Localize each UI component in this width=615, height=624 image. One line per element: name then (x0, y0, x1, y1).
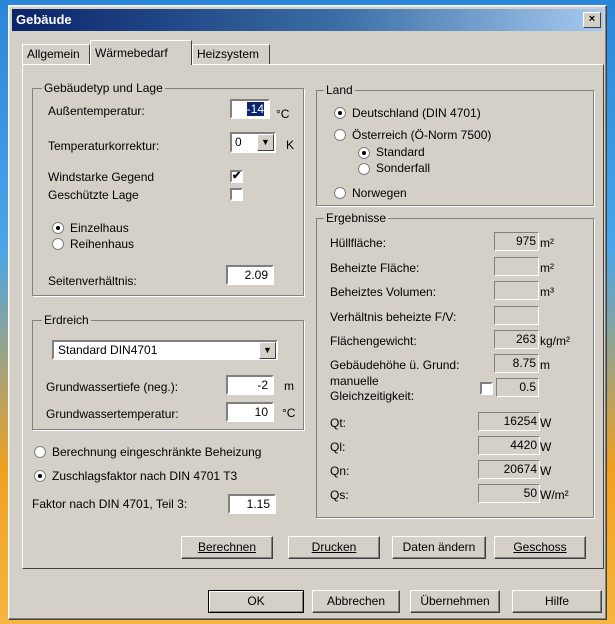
group-gebaeudetyp-label: Gebäudetyp und Lage (42, 81, 165, 95)
q-value: 50 (478, 484, 540, 503)
gleichzeitigkeit-value: 0.5 (496, 378, 539, 397)
result-label: Flächengewicht: (330, 334, 417, 348)
aussentemp-value: -14 (246, 102, 264, 116)
einzelhaus-label: Einzelhaus (70, 221, 129, 235)
sonderfall-radio[interactable] (358, 163, 370, 175)
erdreich-dropdown-icon[interactable]: ▼ (259, 342, 276, 359)
oesterreich-radio[interactable] (334, 129, 346, 141)
q-unit: W (540, 464, 552, 478)
eingeschraenkt-label: Berechnung eingeschränkte Beheizung (52, 445, 262, 459)
result-unit: m² (540, 236, 554, 250)
result-label: Beheiztes Volumen: (330, 285, 437, 299)
tab-allgemein[interactable]: Allgemein (22, 44, 90, 64)
tempkorr-unit: K (286, 138, 295, 152)
uebernehmen-button[interactable]: Übernehmen (410, 590, 500, 613)
q-value: 4420 (478, 436, 540, 455)
standard-label: Standard (376, 145, 425, 159)
q-label: Qs: (330, 488, 349, 502)
zuschlag-radio[interactable] (34, 470, 46, 482)
eingeschraenkt-radio[interactable] (34, 446, 46, 458)
gwtiefe-label: Grundwassertiefe (neg.): (46, 380, 179, 394)
gleichzeitigkeit-label: manuelle (330, 374, 379, 388)
sonderfall-label: Sonderfall (376, 161, 431, 175)
abbrechen-button[interactable]: Abbrechen (312, 590, 400, 613)
reihenhaus-label: Reihenhaus (70, 237, 135, 251)
q-label: Qt: (330, 416, 347, 430)
norwegen-radio[interactable] (334, 187, 346, 199)
result-unit: m³ (540, 285, 554, 299)
aussentemp-label: Außentemperatur: (48, 104, 145, 118)
q-unit: W (540, 416, 552, 430)
result-value (494, 281, 539, 300)
daten-aendern-button[interactable]: Daten ändern (392, 536, 486, 559)
q-label: Ql: (330, 440, 346, 454)
berechnen-label: Berechnen (197, 540, 257, 554)
group-land-label: Land (324, 83, 355, 97)
window-title: Gebäude (16, 12, 72, 27)
faktor-input[interactable]: 1.15 (228, 494, 276, 514)
gwtemp-unit: °C (282, 406, 296, 420)
ok-button[interactable]: OK (208, 590, 304, 613)
result-value (494, 306, 539, 325)
geschoss-button[interactable]: Geschoss (494, 536, 586, 559)
aussentemp-input[interactable]: -14 (230, 99, 270, 119)
standard-radio[interactable] (358, 147, 370, 159)
result-unit: m² (540, 261, 554, 275)
gwtemp-label: Grundwassertemperatur: (46, 407, 179, 421)
drucken-label: Drucken (311, 540, 357, 554)
result-label: Beheizte Fläche: (330, 261, 420, 275)
gleichzeitigkeit-checkbox[interactable] (480, 382, 493, 395)
drucken-button[interactable]: Drucken (288, 536, 380, 559)
windstark-label: Windstarke Gegend (48, 170, 155, 184)
result-value: 8.75 (494, 354, 539, 373)
gwtiefe-input[interactable]: -2 (226, 375, 274, 395)
group-ergebnisse-label: Ergebnisse (324, 211, 389, 225)
hilfe-button[interactable]: Hilfe (512, 590, 602, 613)
result-value (494, 257, 539, 276)
result-value: 263 (494, 330, 539, 349)
zuschlag-label: Zuschlagsfaktor nach DIN 4701 T3 (52, 469, 238, 483)
result-label: Hüllfläche: (330, 236, 387, 250)
berechnen-button[interactable]: Berechnen (181, 536, 273, 559)
deutschland-radio[interactable] (334, 107, 346, 119)
geschuetzt-label: Geschützte Lage (48, 188, 139, 202)
seitenverh-input[interactable]: 2.09 (226, 265, 274, 285)
result-unit: m (540, 358, 550, 372)
q-unit: W (540, 440, 552, 454)
result-unit: kg/m² (540, 334, 570, 348)
tempkorr-dropdown-icon[interactable]: ▼ (257, 134, 274, 151)
q-value: 16254 (478, 412, 540, 431)
deutschland-label: Deutschland (DIN 4701) (352, 106, 481, 120)
result-label: Verhältnis beheizte F/V: (330, 310, 457, 324)
q-label: Qn: (330, 464, 350, 478)
q-value: 20674 (478, 460, 540, 479)
result-value: 975 (494, 232, 539, 251)
erdreich-select[interactable]: Standard DIN4701 (52, 340, 278, 360)
geschuetzt-checkbox[interactable] (230, 188, 243, 201)
norwegen-label: Norwegen (352, 186, 407, 200)
tempkorr-value: 0 (235, 135, 242, 149)
tab-heizsystem[interactable]: Heizsystem (192, 44, 270, 64)
einzelhaus-radio[interactable] (52, 222, 64, 234)
geschoss-label: Geschoss (513, 540, 567, 554)
seitenverh-label: Seitenverhältnis: (48, 274, 137, 288)
tempkorr-label: Temperaturkorrektur: (48, 139, 160, 153)
windstark-checkbox[interactable]: ✔ (230, 170, 243, 183)
gwtiefe-unit: m (284, 379, 294, 393)
gwtemp-input[interactable]: 10 (226, 402, 274, 422)
reihenhaus-radio[interactable] (52, 238, 64, 250)
close-button[interactable]: × (583, 12, 601, 28)
result-label: Gebäudehöhe ü. Grund: (330, 358, 460, 372)
gleichzeitigkeit-label-2: Gleichzeitigkeit: (330, 389, 415, 403)
q-unit: W/m² (540, 488, 569, 502)
title-bar[interactable]: Gebäude × (12, 9, 603, 31)
aussentemp-unit: °C (276, 107, 290, 121)
oesterreich-label: Österreich (Ö-Norm 7500) (352, 128, 492, 142)
tab-waermebedarf[interactable]: Wärmebedarf (90, 40, 192, 65)
group-erdreich-label: Erdreich (42, 313, 91, 327)
faktor-label: Faktor nach DIN 4701, Teil 3: (32, 497, 188, 511)
